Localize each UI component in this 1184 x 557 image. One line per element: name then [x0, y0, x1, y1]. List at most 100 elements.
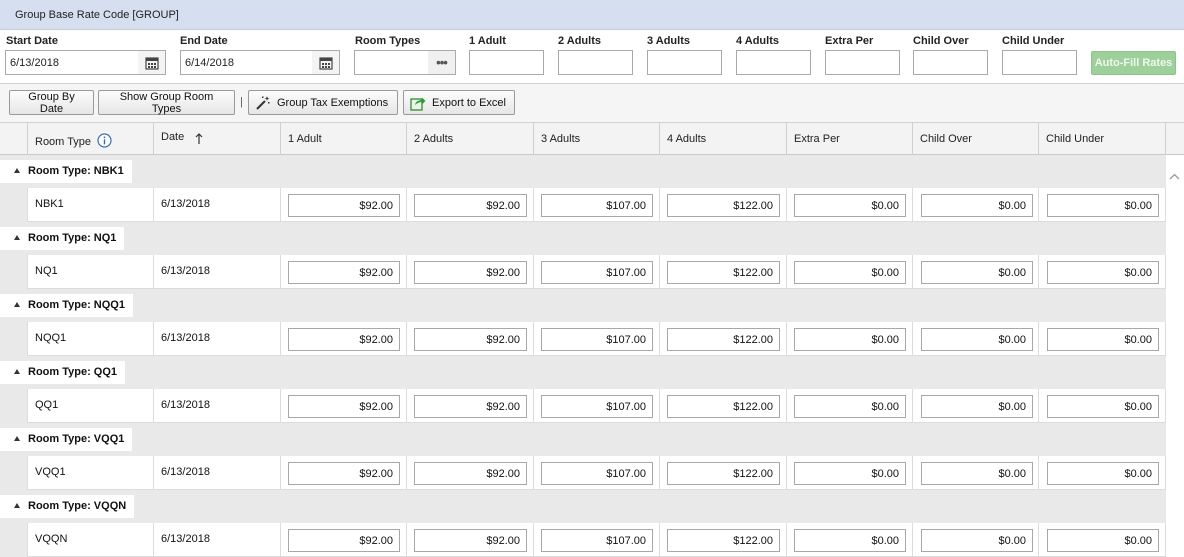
extra-per-input[interactable] [825, 50, 900, 75]
room-types-picker-button[interactable]: ••• [428, 50, 456, 75]
export-to-excel-button[interactable]: Export to Excel [403, 90, 515, 115]
vertical-scrollbar[interactable] [1166, 155, 1184, 557]
end-date-calendar-button[interactable] [312, 50, 340, 75]
collapse-triangle-icon[interactable] [14, 235, 20, 240]
two-adults-rate-input[interactable] [414, 261, 527, 284]
date-header-label: Date [161, 131, 185, 143]
child-under-rate-input[interactable] [1047, 462, 1159, 485]
two-adults-column-header[interactable]: 2 Adults [406, 123, 534, 155]
group-header-label[interactable]: Room Type: NBK1 [0, 160, 132, 183]
one-adult-rate-input[interactable] [288, 194, 400, 217]
child-over-column-header[interactable]: Child Over [912, 123, 1039, 155]
four-adults-column-header[interactable]: 4 Adults [659, 123, 787, 155]
three-adults-input[interactable] [647, 50, 722, 75]
end-date-input[interactable] [180, 50, 313, 75]
four-adults-input[interactable] [736, 50, 811, 75]
child-under-rate-input[interactable] [1047, 194, 1159, 217]
extra-per-rate-input[interactable] [794, 395, 906, 418]
group-row[interactable]: Room Type: NBK1 [0, 155, 1166, 188]
group-header-label[interactable]: Room Type: NQ1 [0, 227, 125, 250]
child-under-rate-input[interactable] [1047, 328, 1159, 351]
child-over-input[interactable] [913, 50, 988, 75]
one-adult-rate-input[interactable] [288, 462, 400, 485]
group-row[interactable]: Room Type: VQQ1 [0, 423, 1166, 456]
one-adult-rate-input[interactable] [288, 261, 400, 284]
child-over-rate-input[interactable] [921, 529, 1033, 552]
two-adults-rate-input[interactable] [414, 194, 527, 217]
three-adults-rate-input[interactable] [541, 194, 653, 217]
group-row[interactable]: Room Type: QQ1 [0, 356, 1166, 389]
group-header-label[interactable]: Room Type: NQQ1 [0, 294, 133, 317]
auto-fill-rates-button[interactable]: Auto-Fill Rates [1091, 51, 1176, 75]
child-under-rate-input[interactable] [1047, 261, 1159, 284]
room-types-input[interactable] [354, 50, 429, 75]
four-adults-rate-input[interactable] [667, 194, 780, 217]
child-over-rate-input[interactable] [921, 194, 1033, 217]
four-adults-rate-input[interactable] [667, 328, 780, 351]
extra-per-rate-input[interactable] [794, 261, 906, 284]
one-adult-rate-input[interactable] [288, 529, 400, 552]
room-type-cell: NQQ1 [27, 322, 154, 356]
group-tax-exemptions-button[interactable]: Group Tax Exemptions [248, 90, 398, 115]
two-adults-input[interactable] [558, 50, 633, 75]
three-adults-rate-input[interactable] [541, 328, 653, 351]
row-indent-cell [0, 389, 28, 423]
start-date-input[interactable] [5, 50, 139, 75]
collapse-triangle-icon[interactable] [14, 302, 20, 307]
collapse-triangle-icon[interactable] [14, 369, 20, 374]
group-by-date-button[interactable]: Group By Date [9, 90, 94, 115]
extra-per-rate-input[interactable] [794, 462, 906, 485]
group-header-text: Room Type: VQQN [28, 500, 127, 512]
extra-per-rate-input[interactable] [794, 194, 906, 217]
child-over-rate-input[interactable] [921, 462, 1033, 485]
child-under-input[interactable] [1002, 50, 1077, 75]
toolbar-separator: | [240, 96, 243, 108]
magic-wand-icon [255, 95, 271, 111]
group-header-label[interactable]: Room Type: QQ1 [0, 361, 126, 384]
row-indent-cell [0, 456, 28, 490]
child-over-rate-input[interactable] [921, 328, 1033, 351]
group-row[interactable]: Room Type: NQ1 [0, 222, 1166, 255]
calendar-icon [318, 56, 333, 70]
room-type-column-header[interactable]: Room Type [27, 123, 154, 155]
child-over-rate-input[interactable] [921, 395, 1033, 418]
four-adults-rate-input[interactable] [667, 462, 780, 485]
group-header-text: Room Type: VQQ1 [28, 433, 125, 445]
child-under-rate-input[interactable] [1047, 395, 1159, 418]
two-adults-rate-input[interactable] [414, 529, 527, 552]
one-adult-input[interactable] [469, 50, 544, 75]
extra-per-rate-input[interactable] [794, 529, 906, 552]
group-header-label[interactable]: Room Type: VQQN [0, 495, 135, 518]
extra-per-column-header[interactable]: Extra Per [786, 123, 913, 155]
group-header-label[interactable]: Room Type: VQQ1 [0, 428, 133, 451]
two-adults-rate-input[interactable] [414, 395, 527, 418]
group-row[interactable]: Room Type: VQQN [0, 490, 1166, 523]
one-adult-rate-input[interactable] [288, 328, 400, 351]
group-row[interactable]: Room Type: NQQ1 [0, 289, 1166, 322]
extra-per-rate-input[interactable] [794, 328, 906, 351]
four-adults-rate-input[interactable] [667, 261, 780, 284]
child-under-rate-input[interactable] [1047, 529, 1159, 552]
collapse-triangle-icon[interactable] [14, 436, 20, 441]
two-adults-rate-input[interactable] [414, 462, 527, 485]
three-adults-rate-input[interactable] [541, 529, 653, 552]
one-adult-rate-input[interactable] [288, 395, 400, 418]
start-date-calendar-button[interactable] [138, 50, 166, 75]
child-under-column-header[interactable]: Child Under [1038, 123, 1166, 155]
one-adult-column-header[interactable]: 1 Adult [280, 123, 407, 155]
three-adults-rate-input[interactable] [541, 462, 653, 485]
date-column-header[interactable]: Date [153, 123, 281, 155]
three-adults-rate-input[interactable] [541, 395, 653, 418]
two-adults-rate-input[interactable] [414, 328, 527, 351]
scroll-up-icon[interactable] [1169, 171, 1180, 183]
collapse-triangle-icon[interactable] [14, 503, 20, 508]
date-cell: 6/13/2018 [153, 322, 281, 356]
info-icon[interactable] [97, 133, 112, 151]
collapse-triangle-icon[interactable] [14, 168, 20, 173]
four-adults-rate-input[interactable] [667, 395, 780, 418]
three-adults-rate-input[interactable] [541, 261, 653, 284]
show-group-room-types-button[interactable]: Show Group Room Types [98, 90, 235, 115]
three-adults-column-header[interactable]: 3 Adults [533, 123, 660, 155]
child-over-rate-input[interactable] [921, 261, 1033, 284]
four-adults-rate-input[interactable] [667, 529, 780, 552]
